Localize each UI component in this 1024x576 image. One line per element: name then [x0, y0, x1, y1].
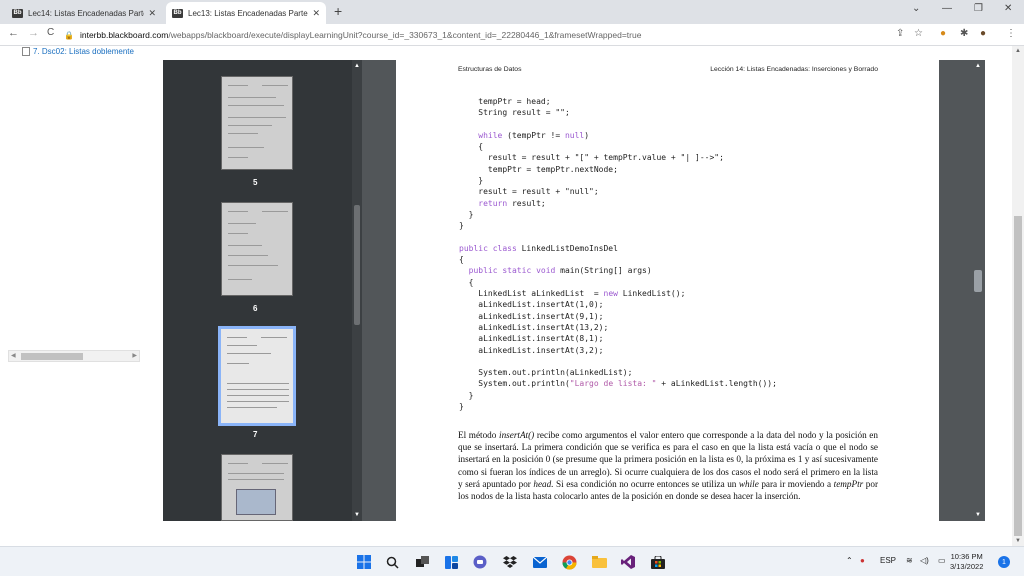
- page-thumbnail[interactable]: [221, 202, 293, 296]
- page-scrollbar[interactable]: ▲ ▼: [1012, 46, 1024, 546]
- store-icon[interactable]: [650, 554, 666, 570]
- task-view-icon[interactable]: [414, 554, 430, 570]
- url-field[interactable]: 🔒 interbb.blackboard.com /webapps/blackb…: [64, 27, 924, 43]
- minimize-button[interactable]: —: [942, 3, 952, 14]
- file-explorer-icon[interactable]: [591, 554, 607, 570]
- close-tab-icon[interactable]: ✕: [312, 8, 320, 19]
- code-block: tempPtr = head; String result = ""; whil…: [459, 97, 777, 412]
- nav-item-dsc02[interactable]: 7. Dsc02: Listas doblemente: [22, 47, 134, 56]
- page-thumbnail-selected[interactable]: [218, 326, 296, 426]
- extensions-puzzle-icon[interactable]: ✱: [960, 28, 968, 39]
- page-thumbnail[interactable]: [221, 454, 293, 521]
- scroll-up-icon[interactable]: ▲: [975, 63, 981, 69]
- scrollbar-thumb[interactable]: [974, 270, 982, 292]
- lock-icon: 🔒: [64, 30, 74, 40]
- visual-studio-icon[interactable]: [620, 554, 636, 570]
- windows-start-icon[interactable]: [356, 554, 372, 570]
- widgets-icon[interactable]: [443, 554, 459, 570]
- paragraph-text: El método insertAt() recibe como argumen…: [458, 430, 879, 502]
- close-tab-icon[interactable]: ✕: [148, 8, 156, 19]
- thumbnail-page-number: 7: [253, 430, 258, 439]
- scroll-up-icon[interactable]: ▲: [1015, 48, 1021, 54]
- scroll-down-icon[interactable]: ▼: [1015, 538, 1021, 544]
- forward-button[interactable]: →: [28, 27, 39, 39]
- scroll-right-icon[interactable]: ▶: [132, 352, 137, 359]
- dropbox-icon[interactable]: [502, 554, 518, 570]
- scrollbar-thumb[interactable]: [21, 353, 83, 360]
- page-thumbnail[interactable]: [221, 76, 293, 170]
- scroll-up-icon[interactable]: ▲: [354, 63, 360, 69]
- mail-icon[interactable]: [532, 554, 548, 570]
- thumbnail-page-number: 6: [253, 304, 258, 313]
- reload-button[interactable]: C: [47, 27, 54, 38]
- scrollbar-thumb[interactable]: [354, 205, 360, 325]
- url-path: /webapps/blackboard/execute/displayLearn…: [168, 30, 642, 40]
- left-navigation: 7. Dsc02: Listas doblemente ◀ ▶: [0, 46, 148, 546]
- menu-kebab-icon[interactable]: ⋮: [1006, 28, 1016, 39]
- volume-icon[interactable]: ◁): [920, 556, 929, 565]
- system-tray-app-icon[interactable]: ●: [860, 556, 865, 565]
- back-button[interactable]: ←: [8, 27, 19, 39]
- chat-icon[interactable]: [472, 554, 488, 570]
- thumbnail-panel: 5 6 7: [163, 60, 352, 521]
- blackboard-favicon-icon: Bb: [172, 8, 183, 18]
- document-icon: [22, 47, 30, 56]
- thumbnail-scrollbar[interactable]: ▲ ▼: [352, 60, 362, 521]
- close-window-button[interactable]: ✕: [1004, 3, 1012, 14]
- clock-time: 10:36 PM: [950, 552, 983, 561]
- header-course: Estructuras de Datos: [458, 66, 522, 73]
- tab-strip: Bb Lec14: Listas Encadenadas Parte I ✕ B…: [0, 0, 1024, 24]
- tab-label: Lec14: Listas Encadenadas Parte I: [28, 8, 145, 18]
- pdf-viewer: 5 6 7 ▲ ▼ Estructuras de Datos Lección 1…: [163, 60, 985, 521]
- bookmark-star-icon[interactable]: ☆: [914, 28, 923, 39]
- tab-label: Lec13: Listas Encadenadas Parte I: [188, 8, 309, 18]
- clock[interactable]: 10:36 PM 3/13/2022: [950, 552, 983, 572]
- document-scrollbar[interactable]: ▲ ▼: [971, 60, 985, 521]
- blackboard-favicon-icon: Bb: [12, 8, 23, 18]
- thumbnail-page-number: 5: [253, 178, 258, 187]
- share-icon[interactable]: ⇪: [896, 28, 904, 39]
- scroll-left-icon[interactable]: ◀: [11, 352, 16, 359]
- wifi-icon[interactable]: ≋: [906, 556, 913, 565]
- battery-icon[interactable]: ▭: [938, 556, 946, 565]
- header-lesson: Lección 14: Listas Encadenadas: Insercio…: [710, 66, 878, 73]
- chrome-icon[interactable]: [561, 554, 577, 570]
- tab-lec14[interactable]: Bb Lec14: Listas Encadenadas Parte I ✕: [6, 2, 162, 24]
- extension-icon[interactable]: ●: [940, 28, 946, 39]
- restore-button[interactable]: ❐: [974, 3, 983, 14]
- horizontal-scrollbar[interactable]: ◀ ▶: [8, 350, 140, 362]
- taskbar: ⌃ ● ESP ≋ ◁) ▭ 10:36 PM 3/13/2022 1: [0, 546, 1024, 576]
- document-page: Estructuras de Datos Lección 14: Listas …: [396, 60, 939, 521]
- chevron-up-icon[interactable]: ⌃: [846, 556, 853, 565]
- profile-avatar[interactable]: ●: [980, 28, 986, 39]
- language-indicator[interactable]: ESP: [880, 556, 896, 565]
- search-icon[interactable]: [384, 554, 400, 570]
- url-host: interbb.blackboard.com: [79, 30, 169, 40]
- tab-search-icon[interactable]: ⌄: [912, 3, 920, 14]
- scrollbar-thumb[interactable]: [1014, 216, 1022, 536]
- address-bar: ← → C 🔒 interbb.blackboard.com /webapps/…: [0, 24, 1024, 46]
- clock-date: 3/13/2022: [950, 562, 984, 571]
- scroll-down-icon[interactable]: ▼: [354, 512, 360, 518]
- tab-lec13[interactable]: Bb Lec13: Listas Encadenadas Parte I ✕: [166, 2, 326, 24]
- notification-badge[interactable]: 1: [998, 556, 1010, 568]
- new-tab-button[interactable]: +: [334, 3, 342, 19]
- page-content: 7. Dsc02: Listas doblemente ◀ ▶ 5 6 7 ▲ …: [0, 46, 1024, 546]
- nav-item-label: 7. Dsc02: Listas doblemente: [33, 47, 134, 56]
- page-header: Estructuras de Datos Lección 14: Listas …: [458, 66, 878, 73]
- scroll-down-icon[interactable]: ▼: [975, 512, 981, 518]
